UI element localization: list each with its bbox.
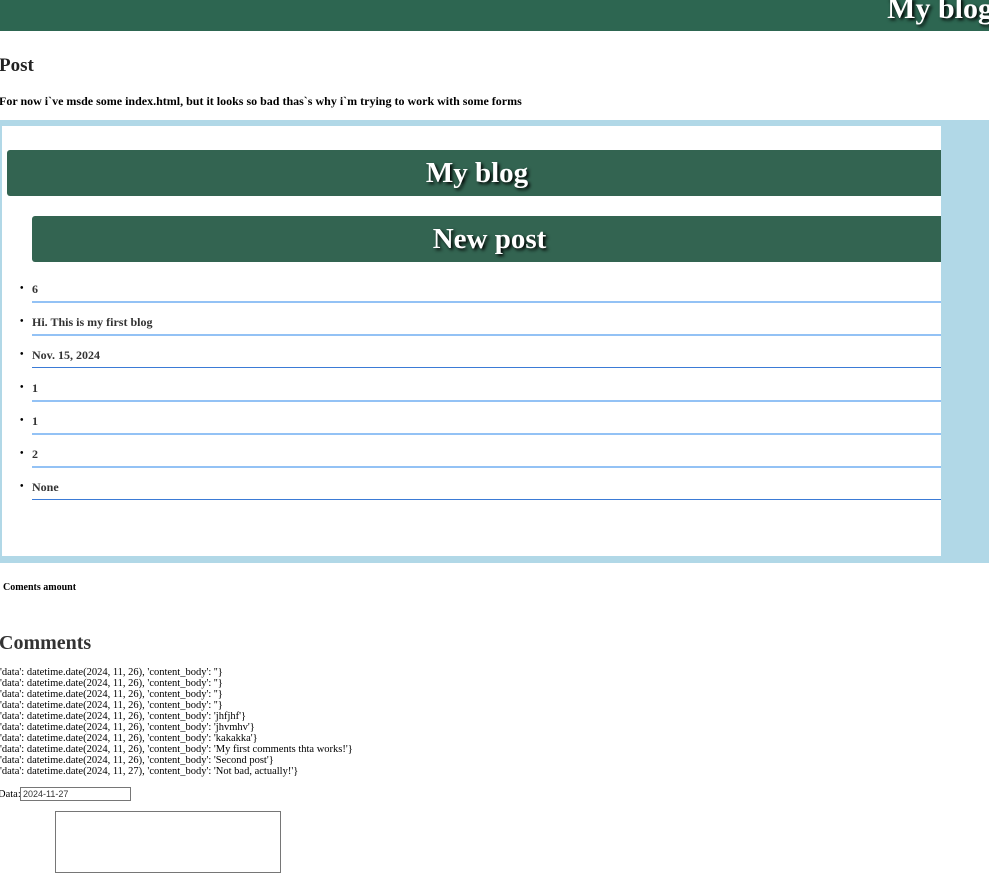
comment-line: 'data': datetime.date(2024, 11, 27), 'co… bbox=[0, 766, 299, 777]
post-heading: Post bbox=[0, 55, 34, 76]
comment-line: 'data': datetime.date(2024, 11, 26), 'co… bbox=[0, 700, 223, 711]
list-item: None bbox=[20, 474, 941, 500]
comments-heading: Comments bbox=[0, 632, 92, 654]
list-item-text: Nov. 15, 2024 bbox=[32, 348, 101, 362]
data-label: Data: bbox=[0, 789, 21, 800]
list-item: 1 bbox=[20, 408, 941, 435]
embedded-preview: My blog New post 6 Hi. This is my first b… bbox=[2, 126, 941, 556]
embedded-subtitle: New post bbox=[32, 216, 941, 262]
comment-line: 'data': datetime.date(2024, 11, 26), 'co… bbox=[0, 711, 247, 722]
comment-line: 'data': datetime.date(2024, 11, 26), 'co… bbox=[0, 744, 353, 755]
list-item-text: Hi. This is my first blog bbox=[32, 315, 153, 329]
comment-line: 'data': datetime.date(2024, 11, 26), 'co… bbox=[0, 733, 258, 744]
list-item-text: 2 bbox=[32, 447, 38, 461]
comment-line: 'data': datetime.date(2024, 11, 26), 'co… bbox=[0, 678, 223, 689]
list-item: 1 bbox=[20, 375, 941, 402]
list-item-text: 6 bbox=[32, 282, 38, 296]
comment-line: 'data': datetime.date(2024, 11, 26), 'co… bbox=[0, 667, 223, 678]
top-header: My blog bbox=[0, 0, 989, 31]
list-item: Hi. This is my first blog bbox=[20, 309, 941, 336]
list-item: 6 bbox=[20, 276, 941, 303]
site-title: My blog bbox=[887, 0, 989, 25]
list-item-text: 1 bbox=[32, 381, 38, 395]
embedded-preview-frame: My blog New post 6 Hi. This is my first b… bbox=[0, 120, 989, 563]
data-input[interactable]: 2024-11-27 bbox=[20, 787, 131, 801]
list-item: Nov. 15, 2024 bbox=[20, 342, 941, 368]
comment-textarea[interactable] bbox=[55, 811, 281, 873]
comments-amount-label: Coments amount bbox=[3, 582, 77, 593]
comment-line: 'data': datetime.date(2024, 11, 26), 'co… bbox=[0, 722, 255, 733]
post-description: For now i`ve msde some index.html, but i… bbox=[0, 94, 522, 108]
list-item: 2 bbox=[20, 441, 941, 468]
embedded-title: My blog bbox=[7, 150, 941, 196]
comments-list: 'data': datetime.date(2024, 11, 26), 'co… bbox=[0, 667, 353, 777]
comment-line: 'data': datetime.date(2024, 11, 26), 'co… bbox=[0, 755, 274, 766]
list-item-text: 1 bbox=[32, 414, 38, 428]
list-item-text: None bbox=[32, 480, 59, 494]
comment-line: 'data': datetime.date(2024, 11, 26), 'co… bbox=[0, 689, 223, 700]
